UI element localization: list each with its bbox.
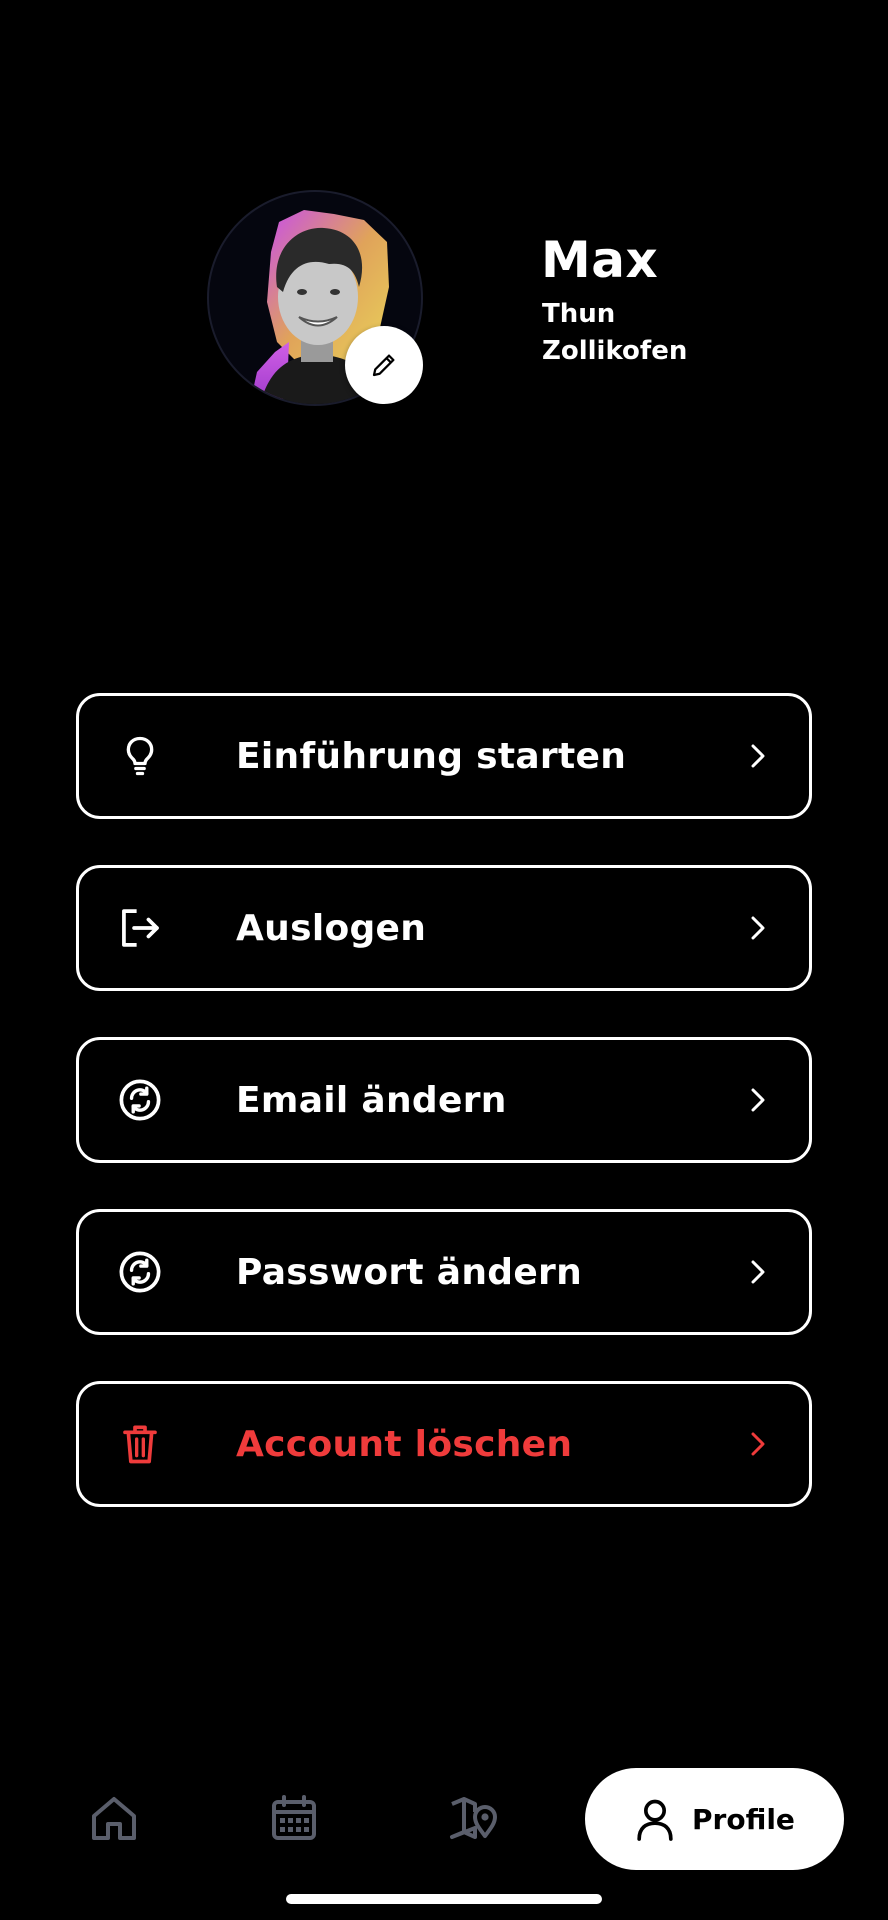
profile-location-primary: Thun bbox=[542, 299, 616, 329]
bottom-navigation: Profile bbox=[0, 1760, 888, 1880]
logout-icon bbox=[117, 905, 163, 951]
refresh-circle-icon bbox=[117, 1249, 163, 1295]
menu-item-change-email[interactable]: Email ändern bbox=[76, 1037, 812, 1163]
profile-avatar-container bbox=[207, 190, 423, 406]
nav-profile-button[interactable]: Profile bbox=[585, 1768, 844, 1870]
chevron-right-icon bbox=[751, 1260, 765, 1284]
edit-avatar-button[interactable] bbox=[345, 326, 423, 404]
menu-item-delete-account[interactable]: Account löschen bbox=[76, 1381, 812, 1507]
menu-item-logout[interactable]: Auslogen bbox=[76, 865, 812, 991]
settings-menu: Einführung starten Auslogen Email ändern… bbox=[76, 693, 812, 1553]
home-indicator bbox=[286, 1894, 602, 1904]
lightbulb-icon bbox=[117, 733, 163, 779]
calendar-icon[interactable] bbox=[268, 1792, 320, 1844]
pencil-icon bbox=[372, 354, 395, 377]
chevron-right-icon bbox=[751, 744, 765, 768]
menu-item-change-password[interactable]: Passwort ändern bbox=[76, 1209, 812, 1335]
profile-name: Max bbox=[541, 231, 659, 289]
trash-icon bbox=[117, 1421, 163, 1467]
menu-item-label: Account löschen bbox=[236, 1423, 573, 1465]
refresh-circle-icon bbox=[117, 1077, 163, 1123]
menu-item-label: Einführung starten bbox=[236, 735, 627, 777]
chevron-right-icon bbox=[751, 1088, 765, 1112]
chevron-right-icon bbox=[751, 1432, 765, 1456]
menu-item-label: Passwort ändern bbox=[236, 1251, 583, 1293]
user-icon bbox=[637, 1799, 673, 1841]
profile-location-secondary: Zollikofen bbox=[542, 336, 688, 366]
chevron-right-icon bbox=[751, 916, 765, 940]
nav-profile-label: Profile bbox=[692, 1802, 795, 1836]
map-pin-icon[interactable] bbox=[447, 1792, 499, 1844]
home-icon[interactable] bbox=[88, 1792, 140, 1844]
menu-item-label: Auslogen bbox=[236, 907, 427, 949]
menu-item-label: Email ändern bbox=[236, 1079, 507, 1121]
menu-item-start-intro[interactable]: Einführung starten bbox=[76, 693, 812, 819]
